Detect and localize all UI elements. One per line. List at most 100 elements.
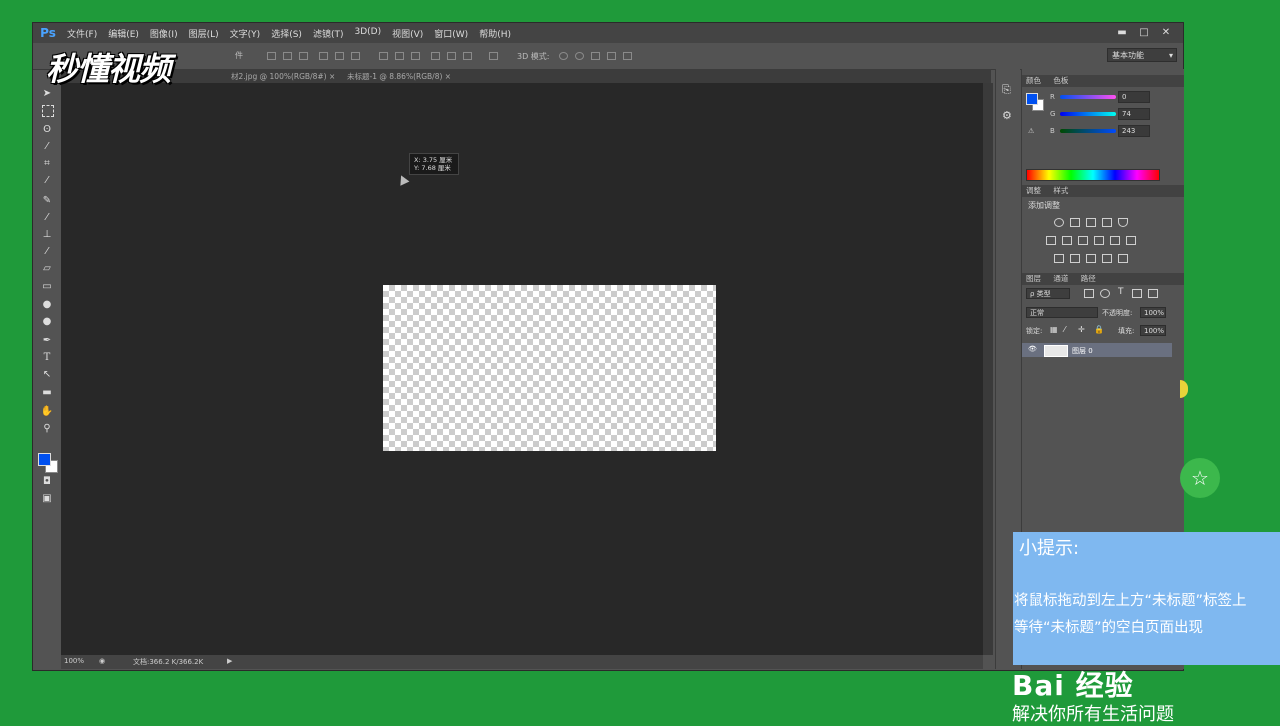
quick-mask-icon[interactable]: ◘ xyxy=(40,475,54,489)
layer-filter-select[interactable]: ρ 类型 xyxy=(1026,288,1070,299)
lock-all-icon[interactable]: 🔒 xyxy=(1094,325,1104,334)
menu-layer[interactable]: 图层(L) xyxy=(189,27,219,40)
minimize-button[interactable]: ▬ xyxy=(1111,25,1133,41)
tab-untitled[interactable]: 未标题-1 @ 8.86%(RGB/8) × xyxy=(347,71,451,82)
zoom-level[interactable]: 100% xyxy=(64,657,84,665)
lock-position-icon[interactable]: ✛ xyxy=(1078,325,1085,334)
3d-pan-icon[interactable] xyxy=(591,52,600,60)
tab-swatches[interactable]: 色板 xyxy=(1053,76,1068,85)
color-spectrum-bar[interactable] xyxy=(1026,169,1160,181)
lock-transparent-icon[interactable]: ▦ xyxy=(1050,325,1058,334)
blue-slider[interactable] xyxy=(1060,129,1116,133)
align-center-icon[interactable] xyxy=(283,52,292,60)
clone-stamp-tool-icon[interactable]: ⊥ xyxy=(40,228,54,242)
lock-pixels-icon[interactable]: ⁄ xyxy=(1064,325,1065,334)
menu-file[interactable]: 文件(F) xyxy=(67,27,97,40)
color-lookup-icon[interactable] xyxy=(1126,236,1136,245)
levels-icon[interactable] xyxy=(1070,218,1080,227)
green-slider[interactable] xyxy=(1060,112,1116,116)
distribute-right-icon[interactable] xyxy=(463,52,472,60)
history-panel-icon[interactable]: ⎘ xyxy=(1002,83,1011,97)
transparent-canvas[interactable] xyxy=(383,285,716,451)
vibrance-icon[interactable] xyxy=(1118,218,1128,227)
align-top-icon[interactable] xyxy=(319,52,328,60)
channel-mixer-icon[interactable] xyxy=(1110,236,1120,245)
canvas-area[interactable]: X: 3.75 厘米 Y: 7.68 厘米 xyxy=(61,83,983,655)
crop-tool-icon[interactable]: ⌗ xyxy=(40,157,54,171)
threshold-icon[interactable] xyxy=(1086,254,1096,263)
auto-align-icon[interactable] xyxy=(489,52,498,60)
black-white-icon[interactable] xyxy=(1078,236,1088,245)
zoom-tool-icon[interactable]: ⚲ xyxy=(40,422,54,436)
distribute-center-icon[interactable] xyxy=(447,52,456,60)
tab-layers[interactable]: 图层 xyxy=(1026,274,1041,283)
selective-color-icon[interactable] xyxy=(1118,254,1128,263)
menu-select[interactable]: 选择(S) xyxy=(271,27,302,40)
eye-icon[interactable]: 👁 xyxy=(1028,345,1037,353)
warning-icon[interactable]: ⚠ xyxy=(1028,127,1034,135)
3d-roll-icon[interactable] xyxy=(575,52,584,60)
vertical-scrollbar[interactable] xyxy=(983,83,993,655)
tab-adjustments[interactable]: 调整 xyxy=(1026,186,1041,195)
3d-scale-icon[interactable] xyxy=(623,52,632,60)
green-value-field[interactable]: 74 xyxy=(1118,108,1150,120)
curves-icon[interactable] xyxy=(1086,218,1096,227)
brightness-icon[interactable] xyxy=(1054,218,1064,227)
menu-type[interactable]: 文字(Y) xyxy=(230,27,261,40)
invert-icon[interactable] xyxy=(1054,254,1064,263)
menu-3d[interactable]: 3D(D) xyxy=(354,27,381,40)
align-left-icon[interactable] xyxy=(267,52,276,60)
rectangle-tool-icon[interactable]: ▬ xyxy=(40,386,54,400)
red-value-field[interactable]: 0 xyxy=(1118,91,1150,103)
brush-tool-icon[interactable]: ⁄ xyxy=(40,211,54,225)
tab-paths[interactable]: 路径 xyxy=(1081,274,1096,283)
menu-filter[interactable]: 滤镜(T) xyxy=(313,27,344,40)
pen-tool-icon[interactable]: ✒ xyxy=(40,334,54,348)
blend-mode-select[interactable]: 正常 xyxy=(1026,307,1098,318)
distribute-middle-icon[interactable] xyxy=(395,52,404,60)
menu-view[interactable]: 视图(V) xyxy=(392,27,423,40)
status-info-icon[interactable]: ◉ xyxy=(99,657,105,665)
hand-tool-icon[interactable]: ✋ xyxy=(40,405,54,419)
menu-image[interactable]: 图像(I) xyxy=(150,27,178,40)
distribute-bottom-icon[interactable] xyxy=(411,52,420,60)
close-icon[interactable]: × xyxy=(329,72,335,81)
blue-value-field[interactable]: 243 xyxy=(1118,125,1150,137)
color-balance-icon[interactable] xyxy=(1062,236,1072,245)
align-bottom-icon[interactable] xyxy=(351,52,360,60)
marquee-tool-icon[interactable] xyxy=(42,105,54,117)
foreground-color-swatch[interactable] xyxy=(38,453,51,466)
filter-smart-icon[interactable] xyxy=(1148,289,1158,298)
history-brush-tool-icon[interactable]: ⁄ xyxy=(40,245,54,259)
distribute-left-icon[interactable] xyxy=(431,52,440,60)
exposure-icon[interactable] xyxy=(1102,218,1112,227)
eraser-tool-icon[interactable]: ▱ xyxy=(40,262,54,276)
close-button[interactable]: ✕ xyxy=(1155,25,1177,41)
quick-select-tool-icon[interactable]: ⁄ xyxy=(40,140,54,154)
panel-foreground-swatch[interactable] xyxy=(1026,93,1038,105)
hue-saturation-icon[interactable] xyxy=(1046,236,1056,245)
lasso-tool-icon[interactable]: ʘ xyxy=(40,123,54,137)
fill-field[interactable]: 100% xyxy=(1140,325,1166,336)
tab-channels[interactable]: 通道 xyxy=(1053,274,1068,283)
workspace-select[interactable]: 基本功能 ▾ xyxy=(1107,48,1177,62)
filter-pixel-icon[interactable] xyxy=(1084,289,1094,298)
menu-window[interactable]: 窗口(W) xyxy=(434,27,468,40)
properties-panel-icon[interactable]: ⚙ xyxy=(1002,109,1012,122)
tab-material2[interactable]: 材2.jpg @ 100%(RGB/8#) × xyxy=(231,71,335,82)
type-tool-icon[interactable]: T xyxy=(40,351,54,365)
tab-styles[interactable]: 样式 xyxy=(1053,186,1068,195)
gradient-tool-icon[interactable]: ▭ xyxy=(40,280,54,294)
filter-type-icon[interactable]: T xyxy=(1118,287,1124,297)
posterize-icon[interactable] xyxy=(1070,254,1080,263)
play-arrow-icon[interactable]: ▶ xyxy=(227,657,232,665)
photo-filter-icon[interactable] xyxy=(1094,236,1104,245)
3d-slide-icon[interactable] xyxy=(607,52,616,60)
eyedropper-tool-icon[interactable]: ⁄ xyxy=(40,174,54,188)
menu-help[interactable]: 帮助(H) xyxy=(479,27,511,40)
align-middle-icon[interactable] xyxy=(335,52,344,60)
blur-tool-icon[interactable]: ● xyxy=(40,298,54,312)
distribute-top-icon[interactable] xyxy=(379,52,388,60)
tab-color[interactable]: 颜色 xyxy=(1026,76,1041,85)
filter-adjust-icon[interactable] xyxy=(1100,289,1110,298)
